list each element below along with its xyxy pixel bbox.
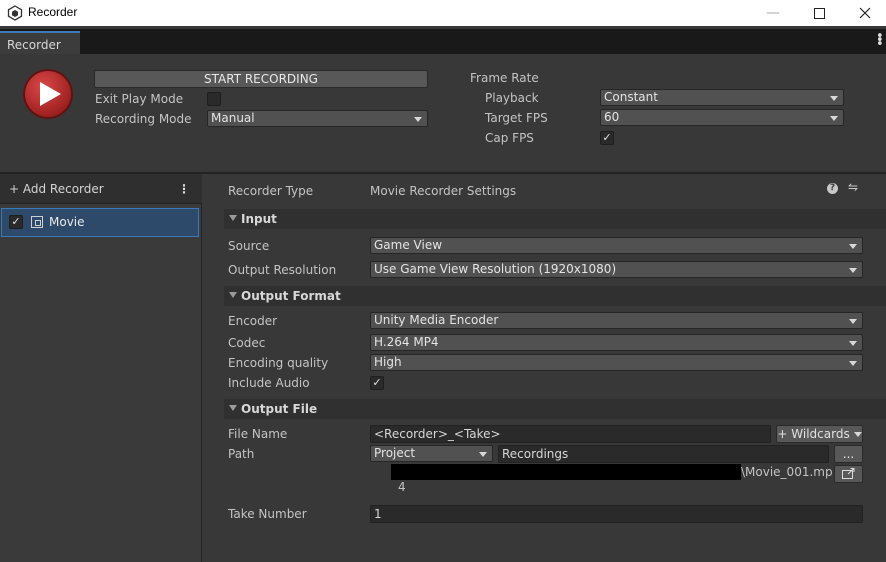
output-resolution-value: Use Game View Resolution (1920x1080) (374, 262, 617, 276)
recorder-list-kebab-icon[interactable]: ⋮ (178, 182, 190, 196)
encoding-quality-label: Encoding quality (228, 356, 329, 370)
recorder-type-value: Movie Recorder Settings (370, 184, 517, 198)
exit-play-mode-checkbox[interactable] (207, 92, 221, 106)
output-path-tail: \Movie_001.mp (741, 465, 833, 479)
playback-dropdown[interactable]: Constant (600, 89, 844, 106)
include-audio-checkbox[interactable]: ✓ (370, 376, 384, 390)
preset-settings-icon[interactable]: ⇋ (848, 180, 858, 194)
recorder-controls-panel: START RECORDING Exit Play Mode Recording… (0, 54, 886, 172)
window-titlebar: Recorder — (0, 0, 886, 26)
recorder-item-movie[interactable]: ✓ Movie (1, 208, 199, 237)
cap-fps-checkbox[interactable]: ✓ (600, 131, 614, 145)
playback-value: Constant (604, 90, 658, 104)
recording-mode-value: Manual (211, 111, 255, 125)
open-folder-icon (842, 468, 855, 479)
output-format-section-header[interactable]: Output Format (224, 286, 886, 306)
tab-recorder[interactable]: Recorder (0, 31, 80, 54)
minimize-button[interactable]: — (750, 0, 796, 26)
wildcards-dropdown[interactable]: + Wildcards (776, 425, 863, 443)
encoder-label: Encoder (228, 314, 278, 328)
source-value: Game View (374, 238, 443, 252)
path-root-value: Project (374, 446, 416, 460)
input-section-header[interactable]: Input (224, 209, 886, 229)
codec-value: H.264 MP4 (374, 335, 439, 349)
recording-mode-label: Recording Mode (95, 112, 192, 126)
reveal-in-explorer-button[interactable] (834, 465, 863, 483)
recorder-enabled-checkbox[interactable]: ✓ (9, 215, 23, 229)
recorder-type-label: Recorder Type (228, 184, 314, 198)
checkmark-icon: ✓ (11, 215, 21, 228)
cap-fps-label: Cap FPS (485, 131, 534, 145)
source-dropdown[interactable]: Game View (370, 237, 863, 254)
frame-rate-label: Frame Rate (470, 71, 539, 85)
recording-mode-dropdown[interactable]: Manual (207, 110, 428, 127)
add-recorder-header: + Add Recorder ⋮ (0, 174, 202, 204)
take-number-label: Take Number (228, 507, 307, 521)
close-icon (859, 7, 871, 19)
recorder-settings-panel: Recorder Type Movie Recorder Settings ? … (203, 174, 886, 562)
chevron-down-icon (479, 452, 487, 457)
path-label: Path (228, 447, 255, 461)
output-format-section-title: Output Format (241, 289, 341, 303)
chevron-down-icon (849, 244, 857, 249)
encoder-dropdown[interactable]: Unity Media Encoder (370, 312, 863, 329)
unity-logo-icon (7, 5, 23, 21)
maximize-button[interactable] (796, 0, 842, 26)
output-resolution-label: Output Resolution (228, 263, 337, 277)
chevron-down-icon (849, 268, 857, 273)
output-path-wrap: 4 (398, 480, 406, 494)
chevron-down-icon (849, 361, 857, 366)
codec-dropdown[interactable]: H.264 MP4 (370, 334, 863, 351)
path-input[interactable]: Recordings (498, 445, 829, 463)
editor-tabbar: Recorder • • • (0, 29, 886, 54)
tab-options-kebab-icon[interactable]: • • • (876, 30, 884, 51)
chevron-down-icon (849, 341, 857, 346)
output-file-section-header[interactable]: Output File (224, 399, 886, 419)
browse-button[interactable]: ... (834, 445, 863, 463)
foldout-triangle-icon (229, 292, 237, 298)
source-label: Source (228, 239, 270, 253)
wildcards-label: + Wildcards (777, 427, 850, 441)
play-icon (40, 82, 61, 106)
chevron-down-icon (853, 432, 862, 437)
file-name-label: File Name (228, 427, 288, 441)
recorder-item-label: Movie (49, 215, 85, 229)
codec-label: Codec (228, 336, 266, 350)
playback-label: Playback (485, 91, 539, 105)
recorder-list-panel: + Add Recorder ⋮ ✓ Movie (0, 174, 202, 562)
chevron-down-icon (414, 117, 422, 122)
target-fps-label: Target FPS (485, 111, 548, 125)
output-file-section-title: Output File (241, 402, 318, 416)
maximize-icon (813, 7, 825, 19)
foldout-triangle-icon (229, 215, 237, 221)
start-recording-button[interactable]: START RECORDING (94, 70, 428, 88)
record-play-button[interactable] (23, 69, 73, 119)
encoding-quality-value: High (374, 355, 402, 369)
input-section-title: Input (241, 212, 277, 226)
exit-play-mode-label: Exit Play Mode (95, 92, 184, 106)
include-audio-label: Include Audio (228, 376, 310, 390)
target-fps-dropdown[interactable]: 60 (600, 109, 844, 126)
checkmark-icon: ✓ (602, 131, 612, 144)
chevron-down-icon (830, 116, 838, 121)
chevron-down-icon (830, 96, 838, 101)
foldout-triangle-icon (229, 405, 237, 411)
checkmark-icon: ✓ (372, 376, 382, 389)
close-button[interactable] (842, 0, 886, 26)
add-recorder-button[interactable]: + Add Recorder (9, 182, 104, 196)
take-number-input[interactable]: 1 (370, 505, 863, 523)
encoder-value: Unity Media Encoder (374, 313, 499, 327)
chevron-down-icon (849, 319, 857, 324)
output-resolution-dropdown[interactable]: Use Game View Resolution (1920x1080) (370, 261, 863, 278)
help-icon[interactable]: ? (827, 183, 838, 194)
path-root-dropdown[interactable]: Project (370, 445, 493, 462)
movie-recorder-icon (31, 216, 43, 228)
window-title: Recorder (28, 5, 78, 19)
file-name-input[interactable]: <Recorder>_<Take> (370, 425, 771, 443)
encoding-quality-dropdown[interactable]: High (370, 354, 863, 371)
redacted-path-block (391, 464, 741, 480)
target-fps-value: 60 (604, 110, 620, 124)
